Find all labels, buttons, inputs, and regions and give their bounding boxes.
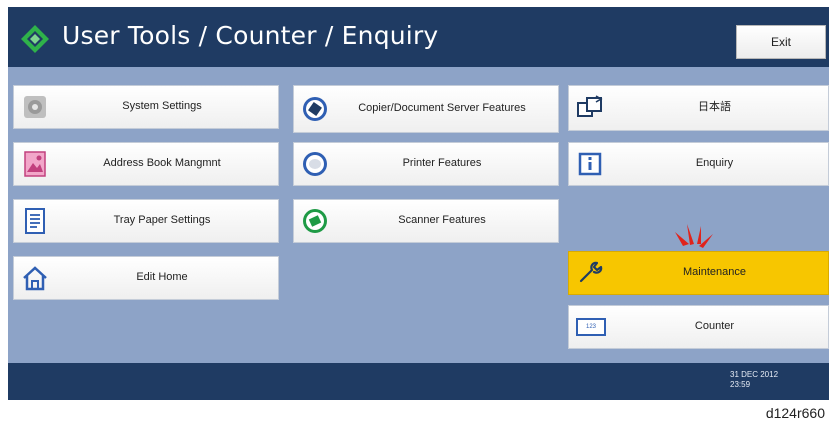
address-book-icon	[24, 151, 46, 177]
wrench-icon	[579, 261, 603, 283]
counter-icon: 123	[576, 318, 606, 336]
copier-document-server-button[interactable]: Copier/Document Server Features	[293, 85, 559, 133]
edit-home-label: Edit Home	[136, 271, 188, 284]
edit-home-button[interactable]: Edit Home	[13, 256, 279, 300]
counter-label: Counter	[694, 320, 735, 333]
counter-button[interactable]: 123 Counter	[568, 305, 829, 349]
language-switch-icon	[577, 95, 603, 117]
address-book-label: Address Book Mangmnt	[103, 157, 221, 170]
tray-paper-settings-label: Tray Paper Settings	[113, 214, 211, 227]
system-settings-button[interactable]: System Settings	[13, 85, 279, 129]
page-title: User Tools / Counter / Enquiry	[62, 21, 439, 50]
scanner-icon	[303, 209, 327, 233]
printer-features-button[interactable]: Printer Features	[293, 142, 559, 186]
maintenance-label: Maintenance	[683, 266, 746, 279]
home-icon	[23, 266, 47, 291]
address-book-button[interactable]: Address Book Mangmnt	[13, 142, 279, 186]
datetime-display: 31 DEC 2012 23:59	[730, 370, 778, 390]
time-text: 23:59	[730, 380, 751, 389]
tray-paper-settings-button[interactable]: Tray Paper Settings	[13, 199, 279, 243]
printer-features-label: Printer Features	[402, 157, 482, 170]
menu-panel: System Settings Address Book Mangmnt Tra…	[8, 67, 829, 363]
green-diamond-logo-icon	[21, 25, 49, 53]
printer-icon	[303, 152, 327, 176]
language-japanese-button[interactable]: 日本語	[568, 85, 829, 131]
scanner-features-button[interactable]: Scanner Features	[293, 199, 559, 243]
scanner-features-label: Scanner Features	[398, 214, 486, 227]
copier-document-server-label: Copier/Document Server Features	[358, 102, 526, 115]
exit-button[interactable]: Exit	[736, 25, 826, 59]
figure-reference-code: d124r660	[765, 405, 825, 421]
status-bar: 31 DEC 2012 23:59	[8, 363, 829, 400]
date-text: 31 DEC 2012	[730, 370, 779, 379]
language-japanese-label: 日本語	[698, 101, 731, 114]
tray-paper-icon	[25, 208, 45, 234]
gear-icon	[24, 96, 46, 118]
attention-burst-icon	[675, 224, 713, 248]
enquiry-button[interactable]: Enquiry	[568, 142, 829, 186]
enquiry-label: Enquiry	[695, 157, 734, 170]
copier-icon	[303, 97, 327, 121]
info-icon	[578, 152, 602, 176]
maintenance-button[interactable]: Maintenance	[568, 251, 829, 295]
counter-icon-text: 123	[585, 324, 596, 330]
system-settings-label: System Settings	[122, 100, 202, 113]
title-bar: User Tools / Counter / Enquiry Exit	[8, 7, 829, 67]
